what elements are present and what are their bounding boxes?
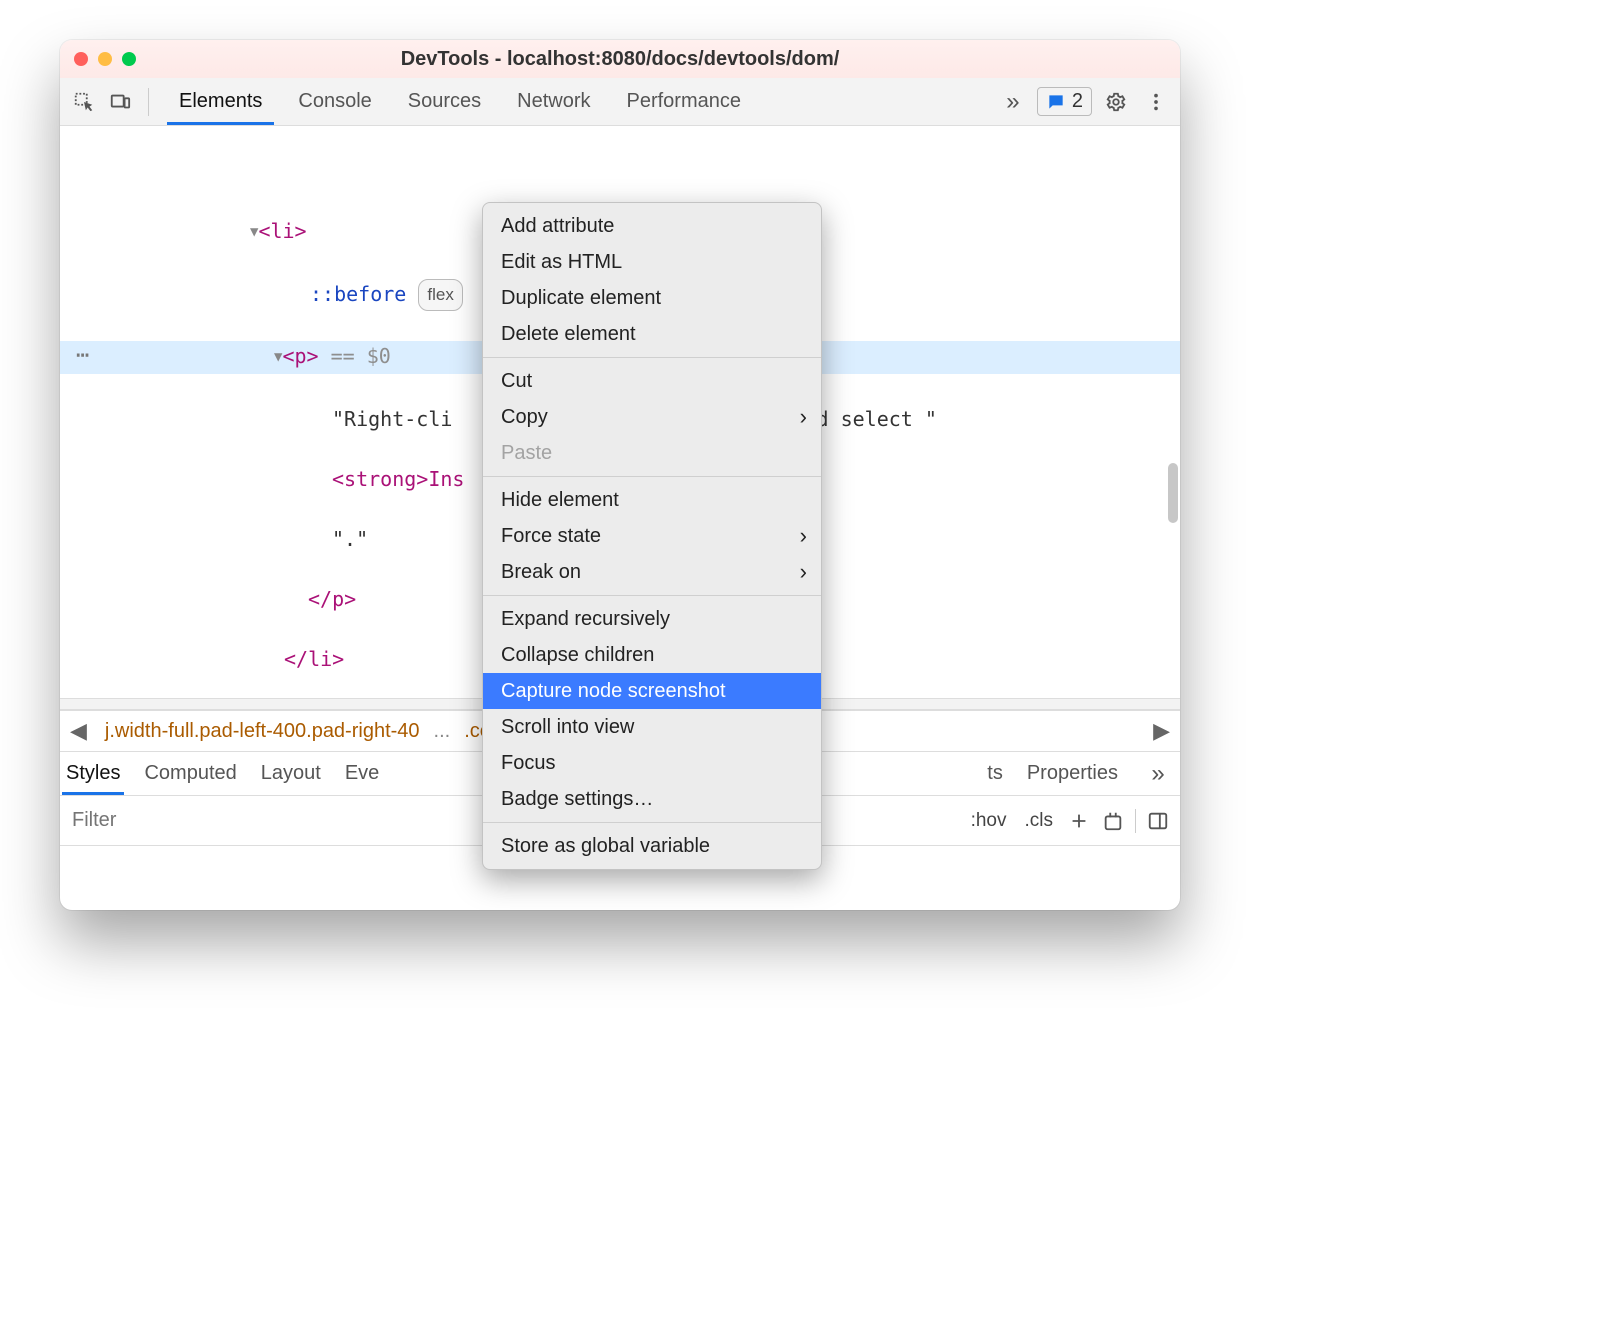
minimize-window-button[interactable] bbox=[98, 52, 112, 66]
chevron-right-icon: › bbox=[800, 404, 807, 430]
chevron-right-icon: › bbox=[800, 559, 807, 585]
ctx-paste: Paste bbox=[483, 435, 821, 471]
ctx-focus[interactable]: Focus bbox=[483, 745, 821, 781]
ctx-capture-node-screenshot[interactable]: Capture node screenshot bbox=[483, 673, 821, 709]
devtools-window: DevTools - localhost:8080/docs/devtools/… bbox=[60, 40, 1180, 910]
ctx-duplicate-element[interactable]: Duplicate element bbox=[483, 280, 821, 316]
device-mode-icon[interactable] bbox=[104, 86, 136, 118]
tab-network[interactable]: Network bbox=[499, 78, 608, 125]
titlebar: DevTools - localhost:8080/docs/devtools/… bbox=[60, 40, 1180, 78]
ctx-edit-as-html[interactable]: Edit as HTML bbox=[483, 244, 821, 280]
toggle-cls[interactable]: .cls bbox=[1021, 806, 1058, 836]
ctx-hide-element[interactable]: Hide element bbox=[483, 482, 821, 518]
vertical-scrollbar-thumb[interactable] bbox=[1168, 463, 1178, 523]
window-title: DevTools - localhost:8080/docs/devtools/… bbox=[60, 48, 1180, 71]
breadcrumb-scroll-left-icon[interactable]: ◀ bbox=[66, 718, 91, 744]
subtab-computed[interactable]: Computed bbox=[144, 762, 236, 785]
tab-performance[interactable]: Performance bbox=[609, 78, 760, 125]
toolbar-separator bbox=[148, 88, 149, 116]
breadcrumb-item[interactable]: j.width-full.pad-left-400.pad-right-40 bbox=[97, 716, 428, 747]
ctx-add-attribute[interactable]: Add attribute bbox=[483, 208, 821, 244]
ctx-collapse-children[interactable]: Collapse children bbox=[483, 637, 821, 673]
subtab-breakpoints[interactable]: ts bbox=[987, 762, 1003, 785]
toolbar: Elements Console Sources Network Perform… bbox=[60, 78, 1180, 126]
ctx-scroll-into-view[interactable]: Scroll into view bbox=[483, 709, 821, 745]
issues-counter[interactable]: 2 bbox=[1037, 87, 1092, 116]
inspect-element-icon[interactable] bbox=[68, 86, 100, 118]
ctx-force-state[interactable]: Force state› bbox=[483, 518, 821, 554]
zoom-window-button[interactable] bbox=[122, 52, 136, 66]
ctx-store-as-global[interactable]: Store as global variable bbox=[483, 828, 821, 864]
toggle-sidebar-icon[interactable] bbox=[1146, 809, 1170, 833]
panel-tabs: Elements Console Sources Network Perform… bbox=[161, 78, 759, 125]
ctx-badge-settings[interactable]: Badge settings… bbox=[483, 781, 821, 817]
issues-count: 2 bbox=[1072, 90, 1083, 113]
more-subtabs-icon[interactable]: » bbox=[1142, 758, 1174, 790]
breadcrumb-scroll-right-icon[interactable]: ▶ bbox=[1149, 718, 1174, 744]
more-tabs-icon[interactable]: » bbox=[997, 86, 1029, 118]
chevron-right-icon: › bbox=[800, 523, 807, 549]
toolbar-right: » 2 bbox=[997, 86, 1172, 118]
ctx-delete-element[interactable]: Delete element bbox=[483, 316, 821, 352]
new-style-rule-icon[interactable] bbox=[1067, 809, 1091, 833]
tab-elements[interactable]: Elements bbox=[161, 78, 280, 125]
computed-styles-icon[interactable] bbox=[1101, 809, 1125, 833]
subtab-layout[interactable]: Layout bbox=[261, 762, 321, 785]
ctx-cut[interactable]: Cut bbox=[483, 363, 821, 399]
close-window-button[interactable] bbox=[74, 52, 88, 66]
traffic-lights bbox=[74, 52, 136, 66]
ctx-break-on[interactable]: Break on› bbox=[483, 554, 821, 590]
tab-sources[interactable]: Sources bbox=[390, 78, 499, 125]
toggle-hov[interactable]: :hov bbox=[967, 806, 1011, 836]
subtab-styles[interactable]: Styles bbox=[66, 762, 120, 785]
context-menu: Add attribute Edit as HTML Duplicate ele… bbox=[482, 202, 822, 870]
filter-separator bbox=[1135, 809, 1136, 833]
subtab-properties[interactable]: Properties bbox=[1027, 762, 1118, 785]
kebab-menu-icon[interactable] bbox=[1140, 86, 1172, 118]
tab-console[interactable]: Console bbox=[280, 78, 389, 125]
subtab-event-listeners[interactable]: Eve bbox=[345, 762, 379, 785]
ctx-copy[interactable]: Copy› bbox=[483, 399, 821, 435]
ctx-expand-recursively[interactable]: Expand recursively bbox=[483, 601, 821, 637]
settings-gear-icon[interactable] bbox=[1100, 86, 1132, 118]
